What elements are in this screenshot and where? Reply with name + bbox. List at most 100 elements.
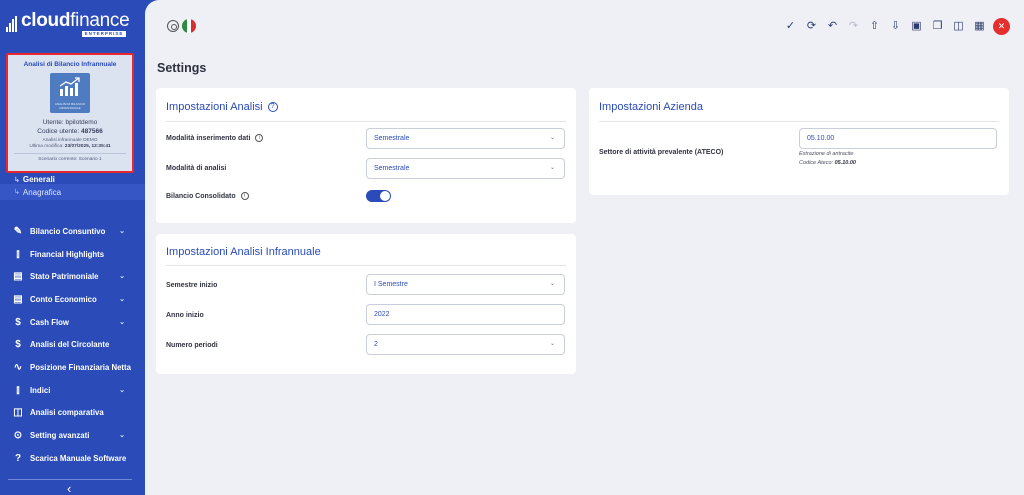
nav-item-label: Conto Economico bbox=[30, 294, 97, 304]
toggle-icon: ⊙ bbox=[13, 430, 23, 442]
start-year-input[interactable]: 2022 bbox=[366, 304, 565, 325]
nav-item-label: Indici bbox=[30, 385, 51, 395]
columns-icon: ◫ bbox=[13, 407, 23, 419]
redo-icon[interactable]: ↷ bbox=[843, 17, 864, 35]
project-thumbnail: ANALISI DI BILANCIO INFRANNUALE bbox=[50, 73, 90, 113]
project-card[interactable]: Analisi di Bilancio Infrannuale ANALISI … bbox=[6, 53, 134, 173]
nav-item-stato-patrimoniale[interactable]: ▤ Stato Patrimoniale ⌄ bbox=[0, 265, 145, 288]
card-title: Impostazioni Analisi Infrannuale bbox=[166, 246, 321, 258]
nav-item-label: Posizione Finanziaria Netta bbox=[30, 362, 131, 372]
help-icon[interactable]: ? bbox=[267, 102, 278, 112]
brand-logo[interactable]: cloud finance ENTERPRISE bbox=[6, 10, 140, 38]
pulse-icon: ∿ bbox=[13, 361, 23, 373]
user-code: Codice utente: 487566 bbox=[37, 128, 103, 135]
chevron-down-icon: ⌄ bbox=[549, 281, 555, 287]
grid-icon[interactable]: ▦ bbox=[969, 17, 990, 35]
split-view-icon[interactable]: ◫ bbox=[948, 17, 969, 35]
top-toolbar: ✓ ⟳ ↶ ↷ ⇧ ⇩ ▣ ❐ ◫ ▦ ✕ bbox=[145, 0, 1024, 52]
start-semester-select[interactable]: I Semestre ⌄ bbox=[366, 274, 565, 295]
dollar-icon: $ bbox=[15, 339, 21, 351]
logo-edition: ENTERPRISE bbox=[81, 31, 127, 37]
upload-icon[interactable]: ⇧ bbox=[864, 17, 885, 35]
chevron-down-icon: ⌄ bbox=[119, 386, 125, 394]
divider bbox=[8, 479, 132, 480]
bar-chart-icon: ⫾ bbox=[16, 248, 20, 260]
ateco-code: Codice Ateco: 05.10.00 bbox=[799, 160, 856, 166]
save-icon[interactable]: ▣ bbox=[906, 17, 927, 35]
subnav-item-anagrafica[interactable]: ↳ Anagrafica bbox=[0, 184, 145, 200]
current-scenario: Scenario corrente: Scenario 1 bbox=[38, 157, 102, 162]
nav-item-label: Analisi del Circolante bbox=[30, 340, 110, 350]
divider bbox=[166, 121, 566, 122]
document-icon: ▤ bbox=[13, 271, 23, 283]
sidebar: cloud finance ENTERPRISE Analisi di Bila… bbox=[0, 0, 145, 495]
user-label: Utente: bpilotdemo bbox=[42, 119, 98, 126]
nav-item-setting-avanzati[interactable]: ⊙ Setting avanzati ⌄ bbox=[0, 424, 145, 447]
divider bbox=[14, 153, 126, 154]
return-arrow-icon: ↳ bbox=[14, 177, 20, 184]
info-icon[interactable]: i bbox=[240, 192, 249, 200]
analysis-mode-select[interactable]: Semestrale ⌄ bbox=[366, 158, 565, 179]
nav-item-label: Financial Highlights bbox=[30, 249, 105, 259]
interim-settings-card: Impostazioni Analisi Infrannuale Semestr… bbox=[156, 234, 576, 374]
consolidated-toggle[interactable] bbox=[366, 190, 391, 202]
nav-item-cash-flow[interactable]: $ Cash Flow ⌄ bbox=[0, 311, 145, 334]
nav-item-analisi-del-circolante[interactable]: $ Analisi del Circolante bbox=[0, 333, 145, 356]
settings-subnav: ↳ Generali ↳ Anagrafica bbox=[0, 176, 145, 200]
nav-item-scarica-manuale-software[interactable]: ? Scarica Manuale Software bbox=[0, 447, 145, 470]
logo-bars-icon bbox=[6, 16, 18, 32]
project-title: Analisi di Bilancio Infrannuale bbox=[23, 61, 117, 68]
start-semester-label: Semestre inizio bbox=[166, 282, 218, 289]
ateco-description: Estrazione di antracite bbox=[799, 151, 854, 157]
growth-chart-icon bbox=[59, 77, 80, 96]
nav-item-label: Scarica Manuale Software bbox=[30, 453, 127, 463]
ateco-input[interactable]: 05.10.00 bbox=[799, 128, 997, 149]
project-thumbnail-caption: ANALISI DI BILANCIO INFRANNUALE bbox=[54, 102, 86, 110]
logo-text-bold: cloud bbox=[21, 10, 71, 31]
nav-item-posizione-finanziaria-netta[interactable]: ∿ Posizione Finanziaria Netta bbox=[0, 356, 145, 379]
language-flag-icon[interactable] bbox=[182, 19, 196, 33]
toolbar-actions: ✓ ⟳ ↶ ↷ ⇧ ⇩ ▣ ❐ ◫ ▦ ✕ bbox=[780, 17, 1010, 35]
nav-item-conto-economico[interactable]: ▤ Conto Economico ⌄ bbox=[0, 288, 145, 311]
return-arrow-icon: ↳ bbox=[14, 189, 20, 196]
info-icon[interactable]: i bbox=[255, 134, 264, 142]
help-circle-icon: ? bbox=[14, 452, 22, 464]
nav-item-label: Cash Flow bbox=[30, 317, 69, 327]
chevron-down-icon: ⌄ bbox=[119, 273, 125, 281]
nav-item-indici[interactable]: ⫾ Indici ⌄ bbox=[0, 379, 145, 402]
bar-chart-icon: ⫾ bbox=[16, 384, 20, 396]
check-icon[interactable]: ✓ bbox=[780, 17, 801, 35]
chevron-down-icon: ⌄ bbox=[119, 296, 125, 304]
nav-item-label: Bilancio Consuntivo bbox=[30, 226, 106, 236]
chevron-down-icon: ⌄ bbox=[549, 341, 555, 347]
data-entry-mode-select[interactable]: Semestrale ⌄ bbox=[366, 128, 565, 149]
periods-select[interactable]: 2 ⌄ bbox=[366, 334, 565, 355]
chevron-down-icon: ⌄ bbox=[119, 228, 125, 235]
subnav-item-generali[interactable]: ↳ Generali bbox=[0, 176, 145, 184]
nav-item-label: Setting avanzati bbox=[30, 431, 90, 441]
company-settings-card: Impostazioni Azienda Settore di attività… bbox=[589, 88, 1009, 195]
card-title: Impostazioni Azienda bbox=[599, 101, 703, 113]
chevron-down-icon: ⌄ bbox=[119, 318, 125, 326]
page-title: Settings bbox=[157, 61, 207, 75]
card-title: Impostazioni Analisi? bbox=[166, 101, 278, 113]
copy-icon[interactable]: ❐ bbox=[927, 17, 948, 35]
edit-icon: ✎ bbox=[13, 225, 23, 237]
start-year-label: Anno inizio bbox=[166, 312, 204, 319]
close-icon[interactable]: ✕ bbox=[993, 17, 1010, 35]
consolidated-label: Bilancio Consolidato i bbox=[166, 192, 249, 200]
nav-item-financial-highlights[interactable]: ⫾ Financial Highlights bbox=[0, 243, 145, 266]
nav-item-analisi-comparativa[interactable]: ◫ Analisi comparativa bbox=[0, 402, 145, 425]
undo-icon[interactable]: ↶ bbox=[822, 17, 843, 35]
chevron-down-icon: ⌄ bbox=[549, 165, 555, 171]
nav-item-bilancio-consuntivo[interactable]: ✎ Bilancio Consuntivo ⌄ bbox=[0, 220, 145, 243]
analysis-mode-label: Modalità di analisi bbox=[166, 165, 227, 172]
main-nav: ✎ Bilancio Consuntivo ⌄ ⫾ Financial Highligh… bbox=[0, 220, 145, 470]
ateco-label: Settore di attività prevalente (ATECO) bbox=[599, 149, 724, 156]
support-icon[interactable] bbox=[167, 20, 179, 32]
nav-item-label: Analisi comparativa bbox=[30, 408, 104, 418]
last-modified: Ultima modifica: 23/07/2025, 12:35:41 bbox=[29, 144, 111, 149]
refresh-icon[interactable]: ⟳ bbox=[801, 17, 822, 35]
download-icon[interactable]: ⇩ bbox=[885, 17, 906, 35]
collapse-sidebar-icon[interactable]: ‹ bbox=[67, 481, 71, 495]
